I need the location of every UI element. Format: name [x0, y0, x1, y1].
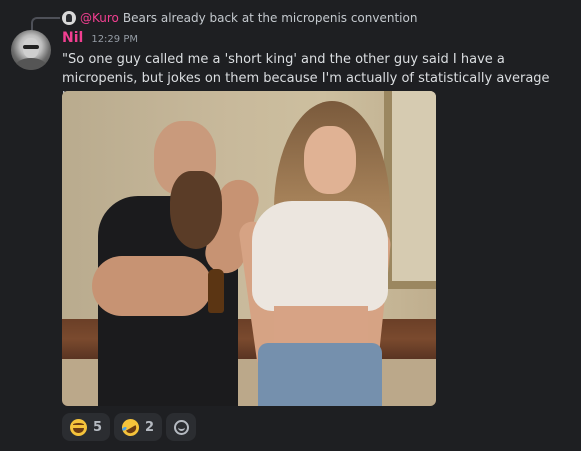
author-name[interactable]: Nil [62, 30, 83, 46]
photo-woman-face [304, 126, 356, 194]
image-attachment[interactable] [62, 91, 436, 406]
face-with-tears-of-joy-icon [70, 418, 87, 436]
chat-message: @Kuro Bears already back at the micropen… [0, 0, 581, 451]
reaction-count: 5 [93, 419, 103, 435]
message-header: Nil 12:29 PM [62, 30, 138, 46]
reaction-rofl[interactable]: 2 [114, 413, 163, 441]
message-timestamp[interactable]: 12:29 PM [91, 34, 138, 45]
reactions-bar: 5 2 [62, 413, 197, 441]
photo-woman-midriff [274, 306, 368, 346]
reply-avatar-icon[interactable] [62, 11, 76, 25]
author-avatar[interactable] [11, 30, 51, 70]
photo-woman-top [252, 201, 388, 311]
reply-author[interactable]: @Kuro [80, 11, 119, 25]
add-reaction-button[interactable] [166, 413, 197, 441]
photo-mirror-frame [384, 91, 436, 289]
reaction-count: 2 [145, 419, 155, 435]
add-reaction-icon [173, 419, 189, 435]
avatar-sunglasses [23, 45, 39, 49]
photo-man-arm [92, 256, 212, 316]
avatar-body [15, 58, 47, 70]
reply-spine [31, 17, 60, 31]
reply-text[interactable]: Bears already back at the micropenis con… [123, 11, 418, 25]
photo-woman-jeans [258, 343, 382, 406]
photo-man-beard [170, 171, 222, 249]
photo-bottle [208, 269, 224, 313]
reply-preview[interactable]: @Kuro Bears already back at the micropen… [62, 9, 417, 27]
rolling-on-the-floor-laughing-icon [118, 415, 143, 439]
reaction-joy[interactable]: 5 [62, 413, 111, 441]
